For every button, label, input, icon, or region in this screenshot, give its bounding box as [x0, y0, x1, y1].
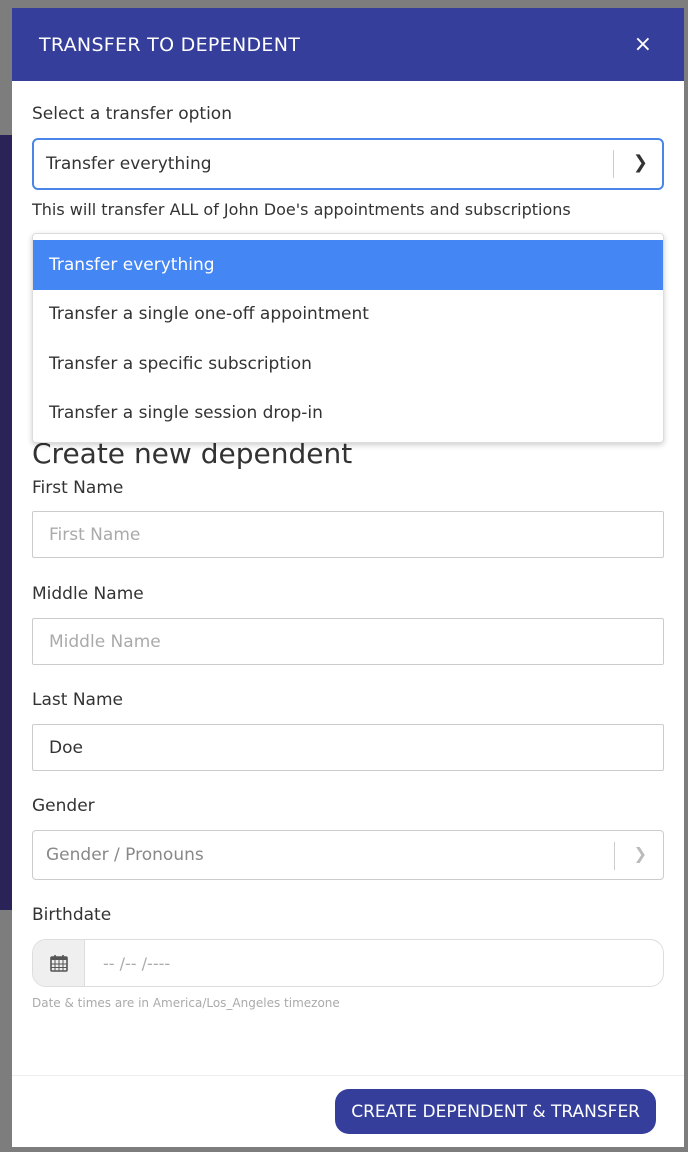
middle-name-input[interactable]: [32, 618, 664, 665]
transfer-option-value: Transfer everything: [46, 154, 212, 174]
chevron-down-icon[interactable]: ❯: [633, 152, 648, 173]
first-name-input[interactable]: [32, 511, 664, 558]
transfer-option-label: Select a transfer option: [32, 104, 232, 124]
middle-name-label: Middle Name: [32, 584, 144, 604]
calendar-icon[interactable]: [33, 940, 85, 986]
close-icon[interactable]: ×: [634, 32, 652, 57]
last-name-input[interactable]: [32, 724, 664, 771]
transfer-description: This will transfer ALL of John Doe's app…: [32, 200, 571, 219]
birthdate-input[interactable]: -- /-- /----: [32, 939, 664, 987]
gender-placeholder: Gender / Pronouns: [46, 845, 204, 865]
background-page: [0, 135, 12, 910]
create-dependent-transfer-button[interactable]: CREATE DEPENDENT & TRANSFER: [335, 1089, 656, 1134]
dialog-header: TRANSFER TO DEPENDENT ×: [12, 8, 684, 81]
dialog-title: TRANSFER TO DEPENDENT: [39, 33, 301, 56]
transfer-option-select[interactable]: Transfer everything ❯: [32, 138, 664, 190]
select-separator: [613, 150, 614, 178]
last-name-label: Last Name: [32, 690, 123, 710]
option-specific-subscription[interactable]: Transfer a specific subscription: [33, 339, 663, 389]
option-single-drop-in[interactable]: Transfer a single session drop-in: [33, 389, 663, 439]
chevron-down-icon[interactable]: ❯: [634, 844, 647, 863]
option-single-appointment[interactable]: Transfer a single one-off appointment: [33, 290, 663, 340]
dialog-footer: CREATE DEPENDENT & TRANSFER: [12, 1075, 684, 1147]
transfer-dialog: TRANSFER TO DEPENDENT × Select a transfe…: [12, 8, 684, 1147]
birthdate-label: Birthdate: [32, 905, 112, 925]
timezone-note: Date & times are in America/Los_Angeles …: [32, 996, 340, 1010]
transfer-option-menu: Transfer everything Transfer a single on…: [32, 233, 664, 443]
option-transfer-everything[interactable]: Transfer everything: [33, 240, 663, 290]
gender-select[interactable]: Gender / Pronouns ❯: [32, 830, 664, 880]
gender-label: Gender: [32, 796, 95, 816]
birthdate-placeholder: -- /-- /----: [103, 953, 171, 973]
select-separator: [614, 842, 615, 870]
first-name-label: First Name: [32, 478, 124, 498]
